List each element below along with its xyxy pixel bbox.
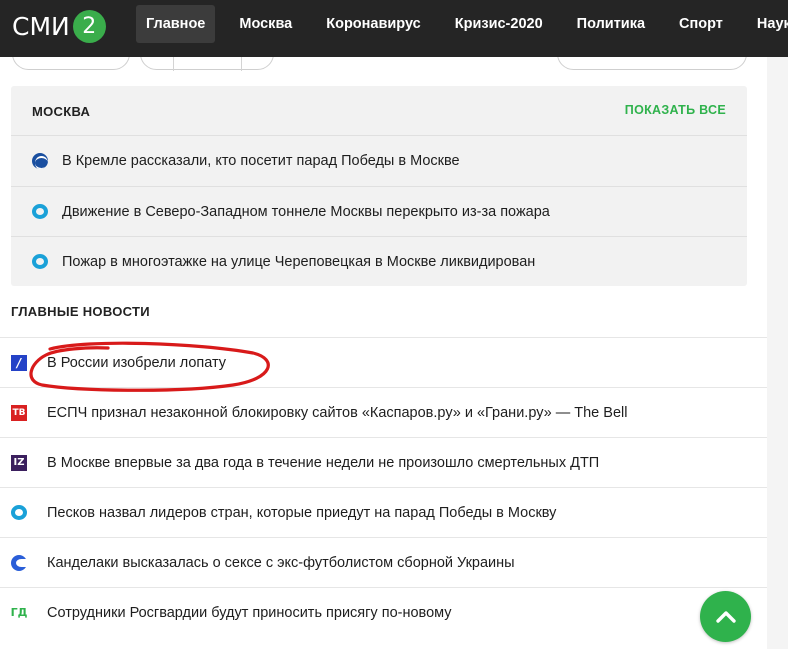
filter-divider — [241, 57, 242, 71]
tv-source-icon: ТВ — [11, 404, 27, 421]
news-headline[interactable]: Сотрудники Росгвардии будут приносить пр… — [47, 605, 452, 621]
nav-item-coronavirus[interactable]: Коронавирус — [316, 5, 431, 43]
globe-source-icon — [32, 153, 48, 169]
site-logo[interactable]: СМИ 2 — [12, 8, 106, 44]
ring-source-icon — [11, 505, 27, 520]
nav-item-science[interactable]: Наук — [747, 5, 788, 43]
search-input[interactable] — [557, 57, 747, 70]
nav-item-politics[interactable]: Политика — [567, 5, 655, 43]
nav-item-main[interactable]: Главное — [136, 5, 216, 43]
scroll-to-top-button[interactable] — [700, 591, 751, 642]
moscow-news-item[interactable]: Движение в Северо-Западном тоннеле Москв… — [11, 186, 747, 236]
moscow-news-text[interactable]: Движение в Северо-Западном тоннеле Москв… — [62, 204, 550, 220]
news-row[interactable]: Песков назвал лидеров стран, которые при… — [0, 487, 767, 537]
main-nav: Главное Москва Коронавирус Кризис-2020 П… — [136, 5, 788, 43]
moscow-news-text[interactable]: В Кремле рассказали, кто посетит парад П… — [62, 153, 460, 169]
news-row[interactable]: ГД Сотрудники Росгвардии будут приносить… — [0, 587, 767, 637]
logo-number-badge: 2 — [72, 9, 106, 43]
filter-controls-row — [0, 57, 788, 71]
filter-divider — [173, 57, 174, 71]
page-scroll-area[interactable] — [767, 57, 788, 649]
nav-item-crisis-2020[interactable]: Кризис-2020 — [445, 5, 553, 43]
c-source-icon — [11, 554, 27, 571]
moscow-news-box: МОСКВА ПОКАЗАТЬ ВСЕ В Кремле рассказали,… — [11, 86, 747, 286]
news-headline[interactable]: Канделаки высказалась о сексе с экс-футб… — [47, 555, 515, 571]
news-headline[interactable]: В России изобрели лопату — [47, 355, 226, 371]
news-row[interactable]: ТВ ЕСПЧ признал незаконной блокировку са… — [0, 387, 767, 437]
news-headline[interactable]: ЕСПЧ признал незаконной блокировку сайто… — [47, 405, 627, 421]
gd-source-icon: ГД — [10, 605, 28, 619]
main-news-title: ГЛАВНЫЕ НОВОСТИ — [11, 304, 150, 319]
ring-source-icon — [32, 254, 48, 269]
news-headline[interactable]: В Москве впервые за два года в течение н… — [47, 455, 599, 471]
nav-item-moscow[interactable]: Москва — [229, 5, 302, 43]
iz-source-icon: IZ — [11, 454, 27, 471]
logo-text: СМИ — [12, 11, 70, 41]
chevron-up-icon — [715, 610, 736, 623]
news-row[interactable]: Канделаки высказалась о сексе с экс-футб… — [0, 537, 767, 587]
moscow-box-title: МОСКВА — [32, 104, 91, 119]
filter-pill[interactable] — [12, 57, 130, 70]
news-row[interactable]: / В России изобрели лопату — [0, 337, 767, 387]
ring-source-icon — [32, 204, 48, 219]
filter-select[interactable] — [140, 57, 274, 71]
news-row[interactable]: IZ В Москве впервые за два года в течени… — [0, 437, 767, 487]
moscow-news-item[interactable]: В Кремле рассказали, кто посетит парад П… — [11, 136, 747, 186]
moscow-news-item[interactable]: Пожар в многоэтажке на улице Череповецка… — [11, 236, 747, 286]
main-news-list: / В России изобрели лопату ТВ ЕСПЧ призн… — [0, 337, 767, 637]
nav-item-sport[interactable]: Спорт — [669, 5, 733, 43]
moscow-box-header: МОСКВА ПОКАЗАТЬ ВСЕ — [11, 86, 747, 136]
slash-source-icon: / — [11, 354, 27, 371]
news-headline[interactable]: Песков назвал лидеров стран, которые при… — [47, 505, 556, 521]
top-navbar: СМИ 2 Главное Москва Коронавирус Кризис-… — [0, 0, 788, 57]
moscow-news-text[interactable]: Пожар в многоэтажке на улице Череповецка… — [62, 254, 535, 270]
show-all-link[interactable]: ПОКАЗАТЬ ВСЕ — [625, 103, 726, 117]
